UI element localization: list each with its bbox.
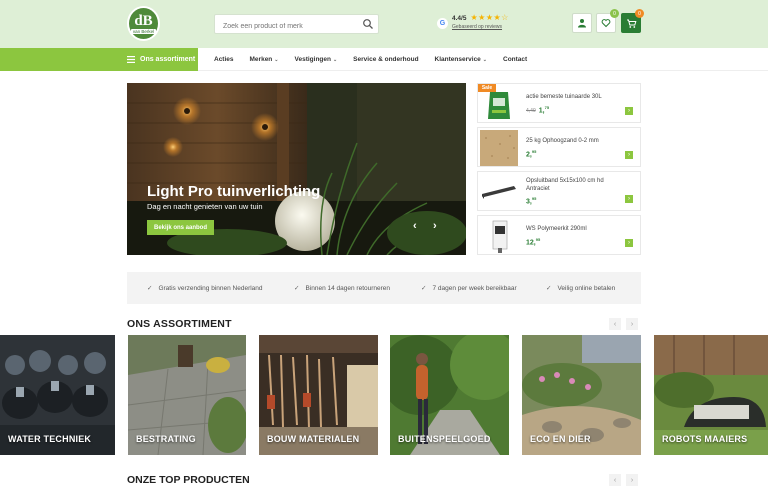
product-card[interactable]: Sale actie bemeste tuinaarde 30L 4,49 1,7…	[477, 83, 641, 123]
review-rating[interactable]: G 4.4/5 ★★★★☆ Gebaseerd op reviews	[437, 14, 509, 34]
product-name[interactable]: WS Polymeerkit 290ml	[526, 225, 626, 233]
assortment-menu-button[interactable]: Ons assortiment	[0, 48, 198, 71]
chevron-right-icon[interactable]: ›	[625, 195, 633, 203]
product-price: 3,95	[526, 196, 537, 206]
heart-icon	[601, 19, 611, 28]
product-price: 12,95	[526, 237, 541, 247]
chevron-down-icon: ⌄	[332, 56, 338, 63]
nav-item-service[interactable]: Service & onderhoud	[353, 56, 418, 63]
chevron-right-icon[interactable]: ›	[625, 151, 633, 159]
check-icon: ✓	[421, 285, 427, 292]
product-name[interactable]: 25 kg Ophoogzand 0-2 mm	[526, 137, 626, 145]
chevron-down-icon: ⌄	[482, 56, 487, 63]
search-box	[214, 14, 379, 36]
main-nav: Ons assortiment Acties Merken ⌄ Vestiging…	[0, 48, 768, 71]
product-image	[480, 174, 518, 210]
search-icon[interactable]	[362, 18, 374, 30]
hamburger-icon	[127, 56, 135, 63]
nav-item-acties[interactable]: Acties	[214, 56, 234, 63]
chevron-left-icon[interactable]: ‹	[609, 474, 621, 486]
chevron-left-icon[interactable]: ‹	[609, 318, 621, 330]
wishlist-count-badge: 0	[610, 9, 619, 18]
product-name[interactable]: actie bemeste tuinaarde 30L	[526, 93, 626, 101]
check-icon: ✓	[147, 285, 153, 292]
category-card-water-techniek[interactable]: WATER TECHNIEK	[0, 335, 115, 455]
rating-link[interactable]: Gebaseerd op reviews	[452, 24, 509, 30]
usp-item: ✓ Binnen 14 dagen retourneren	[294, 284, 391, 293]
rating-stars: ★★★★☆	[470, 13, 509, 22]
chevron-right-icon[interactable]: ›	[626, 318, 638, 330]
usp-item: ✓ Gratis verzending binnen Nederland	[147, 284, 263, 293]
usp-item: ✓ Veilig online betalen	[546, 284, 616, 293]
header-bar: dB van Berkel G 4.4/5 ★★★★☆ Gebaseerd op…	[0, 0, 768, 48]
category-card-buitenspeelgoed[interactable]: BUITENSPEELGOED	[390, 335, 509, 455]
product-card[interactable]: 25 kg Ophoogzand 0-2 mm 2,95 ›	[477, 127, 641, 167]
usp-item: ✓ 7 dagen per week bereikbaar	[421, 284, 517, 293]
product-name[interactable]: Opsluitband 5x15x100 cm hd Antraciet	[526, 177, 626, 193]
cart-icon	[626, 19, 636, 28]
chevron-right-icon[interactable]: ›	[626, 474, 638, 486]
category-label: ROBOTS MAAIERS	[662, 434, 748, 444]
search-input[interactable]	[215, 17, 355, 36]
hero-cta-button[interactable]: Bekijk ons aanbod	[147, 220, 214, 235]
usp-bar: ✓ Gratis verzending binnen Nederland ✓ Bin…	[127, 272, 641, 304]
logo-subtitle: van Berkel	[130, 28, 157, 34]
product-image	[480, 218, 518, 254]
logo[interactable]: dB van Berkel	[127, 6, 160, 41]
category-label: BOUW MATERIALEN	[267, 434, 360, 444]
category-card-robots-maaiers[interactable]: ROBOTS MAAIERS	[654, 335, 768, 455]
check-icon: ✓	[546, 285, 552, 292]
product-card[interactable]: WS Polymeerkit 290ml 12,95 ›	[477, 215, 641, 255]
hero-title: Light Pro tuinverlichting	[147, 183, 321, 200]
assortment-label: Ons assortiment	[140, 56, 196, 63]
category-label: WATER TECHNIEK	[8, 434, 92, 444]
account-button[interactable]	[572, 13, 592, 33]
cart-count-badge: 0	[635, 9, 644, 18]
sale-badge: Sale	[478, 84, 496, 92]
category-label: BUITENSPEELGOED	[398, 434, 491, 444]
chevron-left-icon[interactable]: ‹	[413, 220, 417, 232]
nav-item-vestigingen[interactable]: Vestigingen ⌄	[294, 56, 337, 63]
hero-subtitle: Dag en nacht genieten van uw tuin	[147, 202, 263, 211]
check-icon: ✓	[294, 285, 300, 292]
rating-score: 4.4/5	[452, 14, 467, 22]
user-icon	[578, 19, 586, 28]
featured-products: Sale actie bemeste tuinaarde 30L 4,49 1,7…	[477, 83, 641, 255]
chevron-right-icon[interactable]: ›	[433, 220, 437, 232]
category-label: ECO EN DIER	[530, 434, 591, 444]
chevron-right-icon[interactable]: ›	[625, 107, 633, 115]
product-card[interactable]: Opsluitband 5x15x100 cm hd Antraciet 3,9…	[477, 171, 641, 211]
logo-monogram: dB	[134, 12, 153, 29]
old-price: 4,49	[526, 108, 536, 115]
nav-item-merken[interactable]: Merken ⌄	[250, 56, 279, 63]
cart-button[interactable]: 0	[621, 9, 644, 33]
top-products-title: ONZE TOP PRODUCTEN	[127, 474, 250, 486]
chevron-right-icon[interactable]: ›	[625, 239, 633, 247]
category-card-bouw-materialen[interactable]: BOUW MATERIALEN	[259, 335, 378, 455]
product-image	[480, 130, 518, 166]
assortment-title: ONS ASSORTIMENT	[127, 318, 232, 330]
hero-banner[interactable]: Light Pro tuinverlichting Dag en nacht g…	[127, 83, 466, 255]
nav-item-contact[interactable]: Contact	[503, 56, 527, 63]
wishlist-button[interactable]: 0	[596, 9, 619, 33]
google-icon: G	[437, 18, 448, 29]
category-card-eco-en-dier[interactable]: ECO EN DIER	[522, 335, 641, 455]
product-price: 2,95	[526, 149, 537, 159]
product-price: 4,49 1,75	[526, 105, 550, 115]
category-card-bestrating[interactable]: BESTRATING	[128, 335, 246, 455]
nav-item-klantenservice[interactable]: Klantenservice ⌄	[435, 56, 487, 63]
category-label: BESTRATING	[136, 434, 196, 444]
chevron-down-icon: ⌄	[274, 56, 279, 63]
category-carousel: WATER TECHNIEK BESTRATING BOUW MATERIALE…	[0, 335, 768, 455]
